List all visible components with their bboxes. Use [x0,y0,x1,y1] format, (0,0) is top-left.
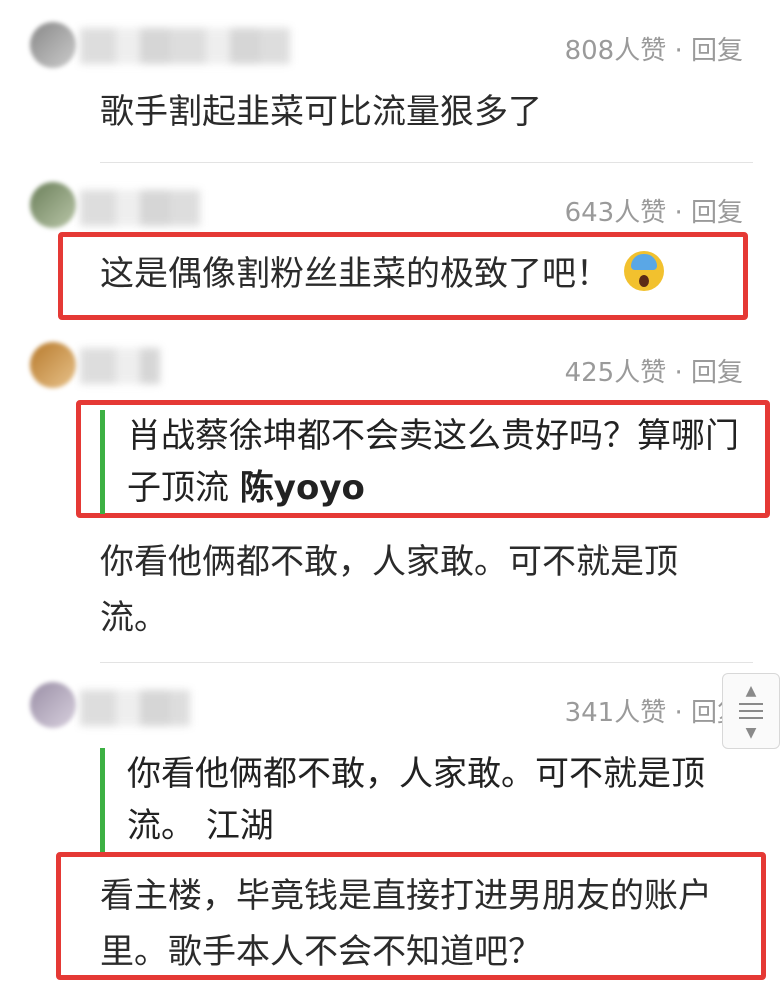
quoted-author[interactable]: 江湖 [206,806,274,846]
avatar[interactable] [30,342,76,388]
chevron-up-icon: ▲ [745,683,757,699]
quoted-comment: 你看他俩都不敢，人家敢。可不就是顶流。 江湖 [100,748,743,852]
comment-text: 你看他俩都不敢，人家敢。可不就是顶流。 [100,542,678,638]
divider [100,662,753,663]
scroll-to-top-button[interactable]: ▲ ▼ [722,673,780,749]
avatar[interactable] [30,22,76,68]
quoted-comment: 肖战蔡徐坤都不会卖这么贵好吗？算哪门子顶流 陈yoyo [100,410,747,514]
scroll-to-top-icon [739,703,763,721]
quoted-author[interactable]: 陈yoyo [240,468,365,508]
likes-reply-meta[interactable]: 341人赞 · 回复 [565,692,743,729]
comment-text: 歌手割起韭菜可比流量狠多了 [100,92,542,132]
username-blurred[interactable] [80,348,160,384]
comment-text: 这是偶像割粉丝韭菜的极致了吧！ [100,246,753,302]
avatar[interactable] [30,182,76,228]
divider [100,162,753,163]
username-blurred[interactable] [80,28,290,64]
likes-reply-meta[interactable]: 808人赞 · 回复 [565,30,743,67]
comment-text-content: 这是偶像割粉丝韭菜的极致了吧！ [100,254,610,294]
scream-emoji-icon [624,251,664,291]
username-blurred[interactable] [80,190,200,226]
comment-text: 看主楼，毕竟钱是直接打进男朋友的账户里。歌手本人不会不知道吧？ [100,876,712,972]
quoted-text: 肖战蔡徐坤都不会卖这么贵好吗？算哪门子顶流 [127,416,739,508]
likes-reply-meta[interactable]: 425人赞 · 回复 [565,352,743,389]
username-blurred[interactable] [80,690,190,726]
likes-reply-meta[interactable]: 643人赞 · 回复 [565,192,743,229]
chevron-down-icon: ▼ [745,725,757,741]
avatar[interactable] [30,682,76,728]
